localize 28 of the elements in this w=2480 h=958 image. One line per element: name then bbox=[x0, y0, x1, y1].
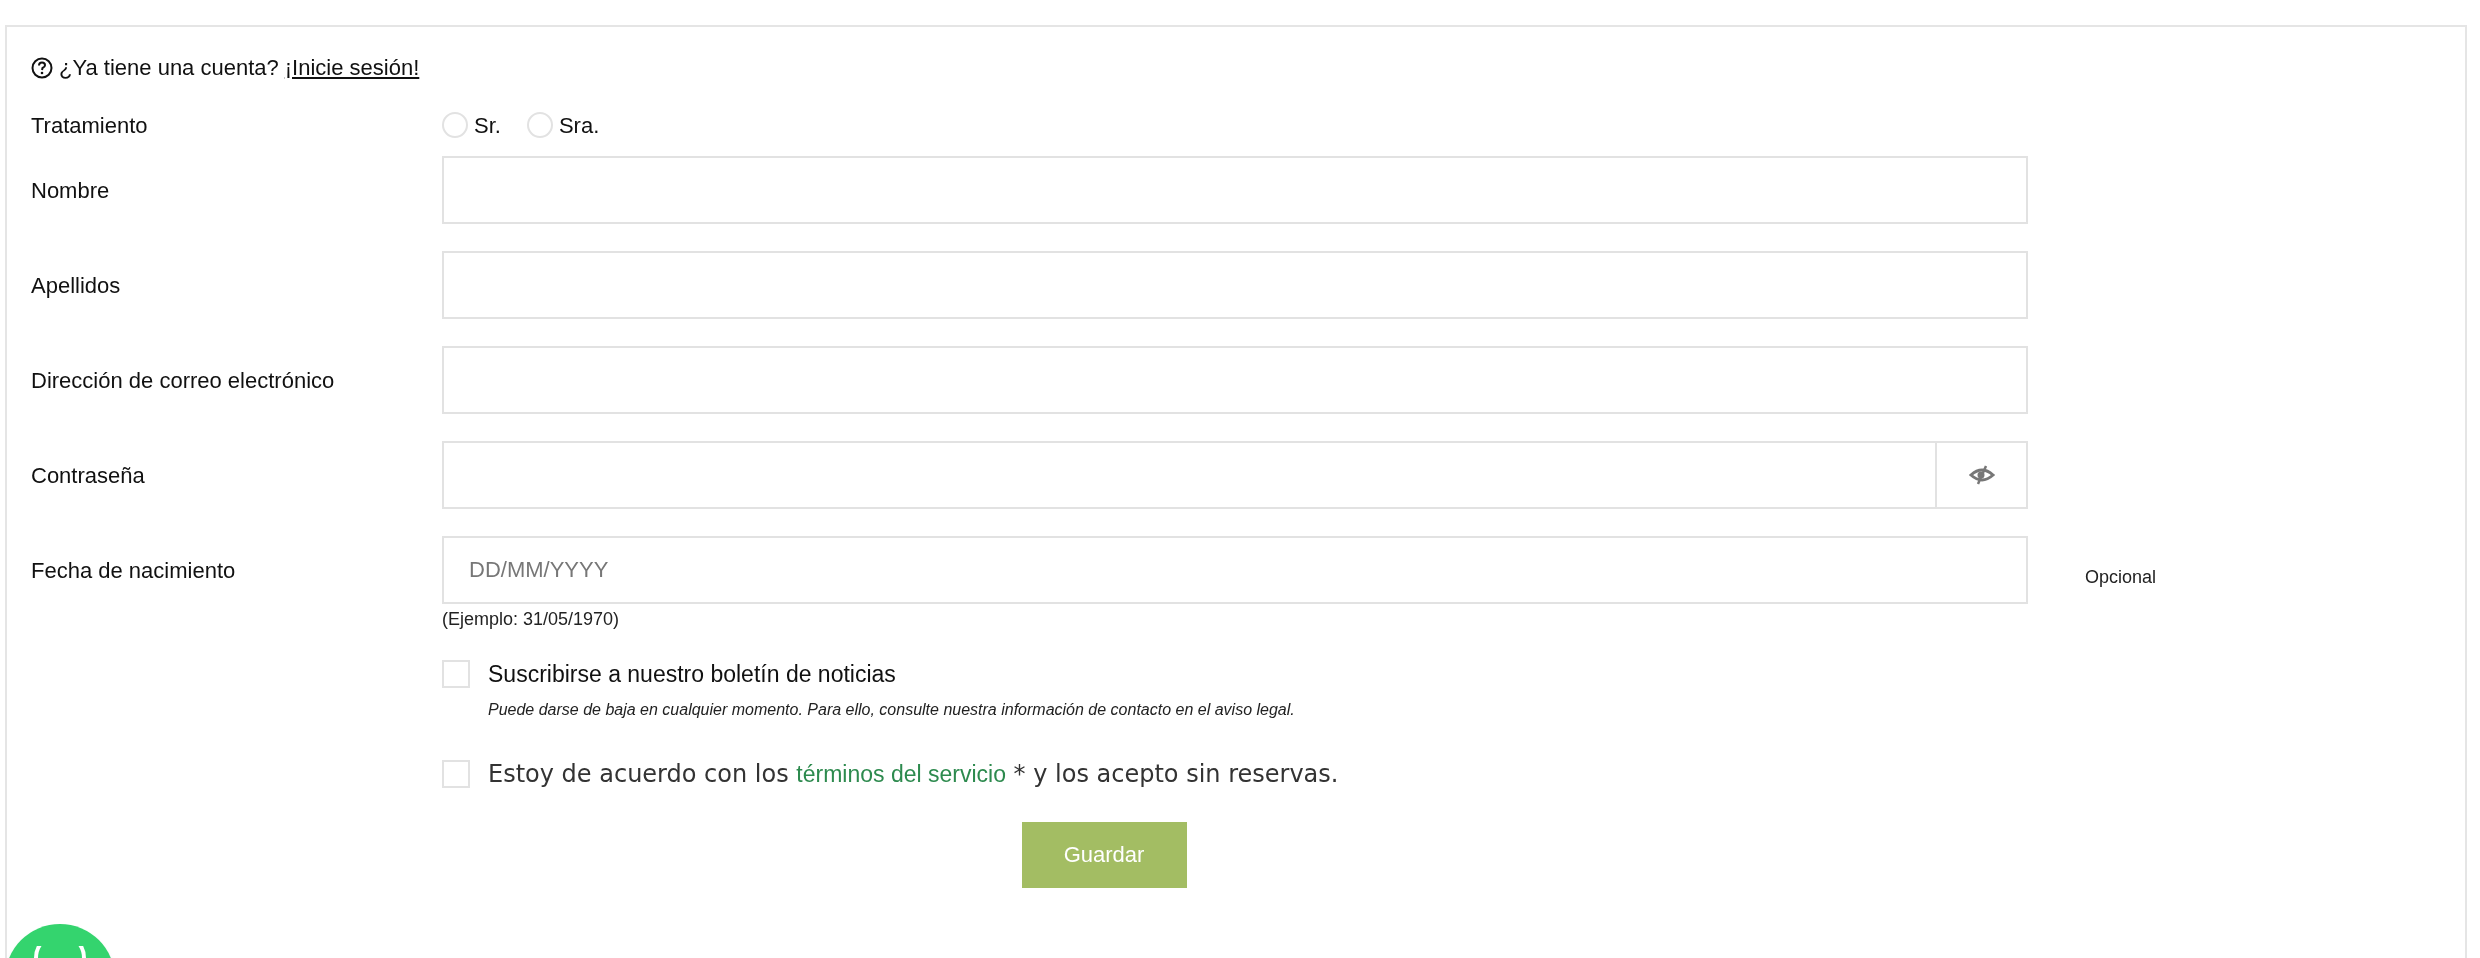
help-text: Puede darse de baja en cualquier momento. Para ello, consulte nuestra información de contacto en el aviso legal. bbox=[488, 700, 1295, 718]
text-field[interactable] bbox=[442, 346, 2028, 414]
checkbox-label: Suscribirse a nuestro boletín de noticias bbox=[488, 660, 896, 689]
field-label: Fecha de nacimiento bbox=[31, 557, 236, 583]
login-link[interactable]: ¡Inicie sesión! bbox=[284, 51, 420, 84]
radio-button[interactable] bbox=[526, 112, 553, 138]
terms-link[interactable]: términos del servicio bbox=[796, 760, 1006, 787]
date-field[interactable]: DD/MM/YYYY bbox=[442, 536, 2028, 604]
checkbox[interactable] bbox=[442, 759, 470, 788]
text-field[interactable] bbox=[442, 156, 2028, 224]
login-prompt: ¿Ya tiene una cuenta? bbox=[59, 54, 279, 82]
radio-button[interactable] bbox=[442, 112, 468, 138]
radio-label: Sr. bbox=[474, 111, 501, 140]
terms-text: Estoy de acuerdo con los términos del servicio * y los acepto sin reservas. bbox=[488, 758, 1339, 790]
field-label: Dirección de correo electrónico bbox=[31, 367, 335, 393]
password-field[interactable] bbox=[442, 441, 1937, 509]
eye-slash-icon bbox=[1968, 465, 1995, 485]
help-icon bbox=[31, 56, 53, 79]
show-password-button[interactable] bbox=[1937, 441, 2028, 509]
optional-note: Opcional bbox=[2085, 565, 2157, 589]
text-field[interactable] bbox=[442, 251, 2028, 319]
example-hint: (Ejemplo: 31/05/1970) bbox=[442, 609, 620, 629]
field-label: Tratamiento bbox=[31, 112, 148, 138]
field-label: Nombre bbox=[31, 177, 110, 203]
radio-label: Sra. bbox=[558, 111, 600, 140]
checkbox[interactable] bbox=[442, 660, 470, 689]
field-label: Contraseña bbox=[31, 462, 145, 488]
field-label: Apellidos bbox=[31, 272, 121, 298]
